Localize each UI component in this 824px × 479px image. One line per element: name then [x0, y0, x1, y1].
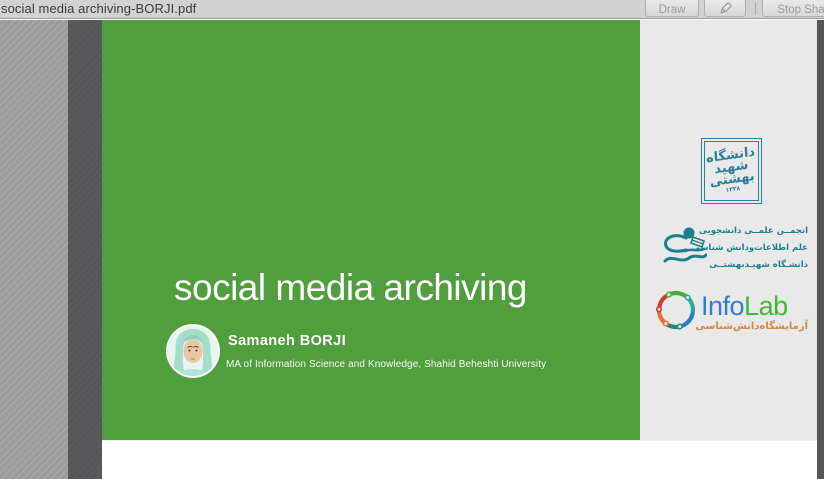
infolab-word-lab: Lab	[744, 291, 788, 321]
page-gutter	[68, 20, 102, 479]
draw-button[interactable]: Draw	[645, 0, 699, 17]
association-logo: انجمــن علمــی دانشجویی علم اطلاعات‌ودان…	[696, 223, 808, 274]
next-page	[102, 440, 817, 479]
window-titlebar: social media archiving-BORJI.pdf Draw St…	[0, 0, 824, 19]
infolab-caption: آزمایشگاه‌دانش‌شناسی	[698, 321, 808, 332]
slide-logo-panel: دانشگاه شهید بهشتی ۱۳۳۸ انجمــن علمــی	[640, 20, 817, 440]
document-title: social media archiving-BORJI.pdf	[1, 1, 196, 16]
sbu-emblem-icon: دانشگاه شهید بهشتی ۱۳۳۸	[706, 146, 758, 196]
viewport-edge	[817, 20, 824, 479]
pen-tool-button[interactable]	[704, 0, 746, 17]
toolbar-separator	[755, 2, 756, 15]
presenter-avatar	[168, 326, 218, 376]
infolab-ring-icon	[653, 287, 699, 338]
slide-page: social media archiving Samaneh BORJI MA …	[102, 20, 640, 440]
slide-title: social media archiving	[174, 267, 527, 309]
association-line-2: علم اطلاعات‌ودانش شناسی	[696, 240, 808, 257]
presenter-affiliation: MA of Information Science and Knowledge,…	[226, 359, 546, 370]
screen-share-viewport: social media archiving-BORJI.pdf Draw St…	[0, 0, 824, 479]
canvas-texture	[0, 20, 68, 479]
presenter-name: Samaneh BORJI	[228, 333, 346, 349]
infolab-word-info: Info	[701, 291, 744, 321]
sbu-logo: دانشگاه شهید بهشتی ۱۳۳۸	[701, 138, 762, 204]
association-line-3: دانشـگاه شهیـدبهشتــی	[696, 257, 808, 274]
stop-sharing-button[interactable]: Stop Sha	[762, 0, 824, 17]
pen-icon	[718, 1, 733, 19]
association-line-1: انجمــن علمــی دانشجویی	[696, 223, 808, 240]
portrait-icon	[168, 326, 218, 376]
infolab-logo: InfoLab	[701, 291, 788, 322]
